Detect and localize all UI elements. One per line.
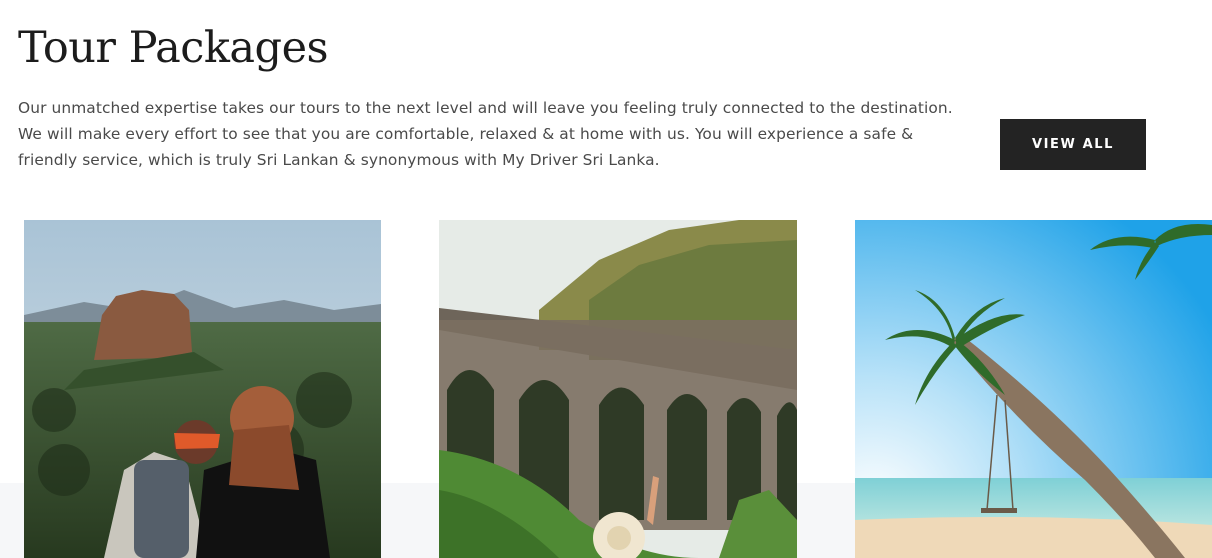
nine-arch-bridge-image[interactable] [439, 220, 797, 558]
description-line: friendly service, which is truly Sri Lan… [18, 151, 660, 169]
tour-card-nine-arch-bridge[interactable] [439, 220, 797, 558]
section-title: Tour Packages [18, 23, 329, 73]
sigiriya-couple-image[interactable] [24, 220, 381, 558]
description-line: We will make every effort to see that yo… [18, 125, 914, 143]
tour-card-beach[interactable] [855, 220, 1212, 558]
palm-beach-image[interactable] [855, 220, 1212, 558]
tour-card-sigiriya[interactable] [24, 220, 381, 558]
view-all-button[interactable]: VIEW ALL [1000, 119, 1146, 170]
description-line: Our unmatched expertise takes our tours … [18, 99, 953, 117]
section-description: Our unmatched expertise takes our tours … [18, 95, 978, 173]
